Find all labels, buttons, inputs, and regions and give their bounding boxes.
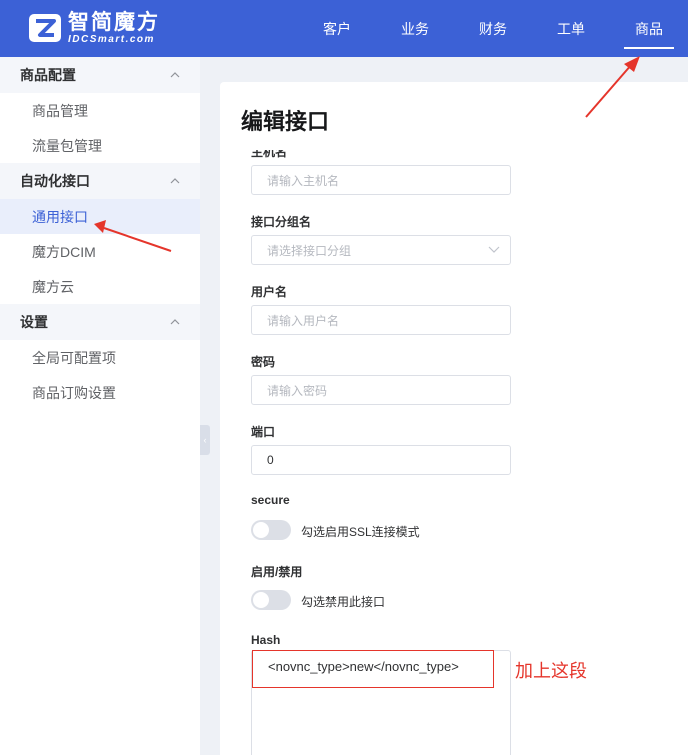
top-bar: 智简魔方 IDCSmart.com 客户 业务 财务 工单 商品 [0, 0, 688, 57]
nav-products[interactable]: 商品 [610, 0, 688, 57]
port-label: 端口 [251, 425, 276, 439]
sidebar-group-product-config[interactable]: 商品配置 [0, 57, 200, 93]
secure-toggle[interactable] [251, 520, 291, 540]
secure-toggle-text: 勾选启用SSL连接模式 [301, 525, 420, 539]
chevron-up-icon [170, 72, 180, 78]
sidebar-item-general-interface[interactable]: 通用接口 [0, 199, 200, 234]
hash-label: Hash [251, 633, 281, 647]
sidebar-item-dcim[interactable]: 魔方DCIM [0, 234, 200, 269]
sidebar-item-global-options[interactable]: 全局可配置项 [0, 340, 200, 375]
annotation-note: 加上这段 [515, 661, 587, 681]
sidebar-item-product-management[interactable]: 商品管理 [0, 93, 200, 128]
sidebar-group-settings[interactable]: 设置 [0, 304, 200, 340]
nav-finance[interactable]: 财务 [454, 0, 532, 57]
logo-icon [29, 14, 61, 42]
chevron-up-icon [170, 178, 180, 184]
group-select-placeholder: 请选择接口分组 [267, 243, 352, 258]
logo[interactable]: 智简魔方 IDCSmart.com [28, 10, 178, 46]
sidebar-group-automation[interactable]: 自动化接口 [0, 163, 200, 199]
enable-label: 启用/禁用 [251, 565, 303, 579]
highlight-box [252, 650, 494, 688]
password-input[interactable]: 请输入密码 [251, 375, 511, 405]
password-label: 密码 [251, 355, 276, 369]
nav-tickets[interactable]: 工单 [532, 0, 610, 57]
page-title: 编辑接口 [241, 109, 330, 134]
username-label: 用户名 [251, 285, 288, 299]
chevron-down-icon [488, 246, 500, 253]
nav-customers[interactable]: 客户 [298, 0, 376, 57]
sidebar-item-traffic-packages[interactable]: 流量包管理 [0, 128, 200, 163]
logo-domain: IDCSmart.com [68, 33, 155, 45]
disable-toggle-text: 勾选禁用此接口 [301, 595, 386, 609]
nav-business[interactable]: 业务 [376, 0, 454, 57]
username-input[interactable]: 请输入用户名 [251, 305, 511, 335]
sidebar-group-label: 自动化接口 [20, 173, 90, 189]
disable-toggle[interactable] [251, 590, 291, 610]
sidebar-group-label: 设置 [20, 314, 48, 330]
main-nav: 客户 业务 财务 工单 商品 [298, 0, 688, 57]
hostname-label: 主机名 [251, 145, 288, 159]
logo-name: 智简魔方 [68, 10, 160, 34]
sidebar-item-cloud[interactable]: 魔方云 [0, 269, 200, 304]
chevron-up-icon [170, 319, 180, 325]
sidebar: 商品配置 商品管理 流量包管理 自动化接口 通用接口 魔方DCIM 魔方云 设置… [0, 57, 200, 755]
chevron-left-icon: ‹ [203, 435, 207, 445]
group-select[interactable]: 请选择接口分组 [251, 235, 511, 265]
port-input[interactable]: 0 [251, 445, 511, 475]
secure-label: secure [251, 493, 290, 507]
group-label: 接口分组名 [251, 215, 312, 229]
hostname-input[interactable]: 请输入主机名 [251, 165, 511, 195]
sidebar-item-order-settings[interactable]: 商品订购设置 [0, 375, 200, 410]
sidebar-collapse-handle[interactable]: ‹ [200, 425, 210, 455]
sidebar-group-label: 商品配置 [20, 67, 76, 83]
